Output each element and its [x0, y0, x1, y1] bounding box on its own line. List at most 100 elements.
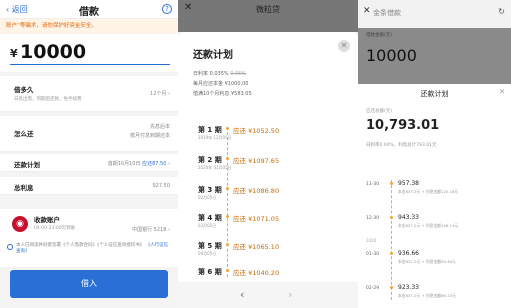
nav-bar: ‹ › [178, 282, 358, 308]
account-row[interactable]: ◉ 收款账户 04:00-23:00可到账 中国银行 5218 › [0, 209, 178, 241]
plan-amount: 应还 ¥1040.20 [233, 269, 280, 277]
plan-value: 首期10月10日 应还87.50 › [107, 161, 170, 167]
plan-term: 第 1 期 [198, 126, 222, 134]
plan-date: 02-29 [366, 286, 380, 291]
warning-banner: 账户“等骗术，请你保护好资金安全。 [0, 19, 178, 33]
agreement: 本人已阅读并同意签署《个人借款合同》《个人征信查询授权书》 《人行征信查询》 [0, 241, 178, 267]
plan-date: 2020年 01月05日 [198, 165, 232, 170]
timeline-dot [226, 243, 229, 246]
rate-info: 日利率0.04%，利息总计793.01元 [366, 143, 437, 148]
timeline-dot [390, 182, 393, 185]
term-row[interactable]: 借多久 日息出借，到期后还款，免手续费 12个月 › [0, 76, 178, 112]
plan-amount: 应还 ¥1097.65 [233, 157, 280, 165]
amount-underline [10, 64, 170, 65]
plan-amount: 应还 ¥1071.05 [233, 215, 280, 223]
p1-header: ‹ 返回 借款 ? [0, 0, 178, 19]
repay-plan-sheet: 还款计划 ✕ 应还总额(元) 10,793.01 日利率0.04%，利息总计79… [358, 84, 511, 308]
total-label: 应还总额(元) [366, 109, 393, 114]
account-sub: 04:00-23:00可到账 [34, 226, 76, 231]
yen-symbol: ¥ [10, 47, 18, 60]
repay-label: 怎么还 [14, 130, 34, 138]
plan-breakdown: 本金837.2元 + 利息金额120.18元 [398, 189, 459, 194]
sheet-close-icon[interactable]: ✕ [499, 88, 505, 96]
plan-amount: 应还 ¥1052.50 [233, 127, 280, 135]
plan-date: 01-30 [366, 252, 380, 257]
page-title: 借款 [79, 7, 99, 18]
plan-date: 11-30 [366, 182, 380, 187]
plan-term: 第 6 期 [198, 268, 222, 276]
sheet-title: 还款计划 [420, 90, 449, 98]
plan-date: 2019年 12月05日 [198, 135, 232, 140]
agreement-text[interactable]: 本人已阅读并同意签署《个人借款合同》《个人征信查询授权书》 [16, 243, 144, 248]
plan-date: 02月05日 [198, 195, 217, 200]
loan-panel: ‹ 返回 借款 ? 账户“等骗术，请你保护好资金安全。 ¥ 10000 借多久 … [0, 0, 178, 308]
plan-label: 还款计划 [14, 161, 40, 169]
dim-amount-label: 借款金额(元) [366, 33, 393, 38]
repay-value-1: 先息后本 [149, 124, 170, 130]
plan-item: 02-29 923.33 本金837.2元 + 利息金额86.13元 [366, 284, 506, 308]
rate-text: 日利率 0.035% [193, 71, 229, 77]
p3-header: ✕ 金条借款 ↻ [358, 0, 511, 28]
plan-date: 04月05日 [198, 251, 217, 256]
plan-item: 第 3 期 02月05日 应还 ¥1086.80 [198, 184, 348, 204]
plan-row[interactable]: 还款计划 首期10月10日 应还87.50 › [0, 154, 178, 172]
prev-icon[interactable]: ‹ [240, 288, 244, 301]
term-value-text: 12个月 [150, 91, 167, 97]
plan-amount: 943.33 [398, 214, 419, 221]
rate-strike: 0.05% [230, 71, 247, 77]
bank-icon: ◉ [12, 216, 28, 232]
timeline-dot [390, 252, 393, 255]
amount-input[interactable]: 10000 [20, 41, 86, 63]
bank-name: 中国银行 5218 › [132, 227, 170, 233]
plan-amount: 应还 ¥1065.10 [233, 243, 280, 251]
timeline-dot [226, 127, 229, 130]
plan-breakdown: 本金837.2元 + 利息金额99.46元 [398, 259, 456, 264]
timeline-dot [226, 269, 229, 272]
plan-date: 12-30 [366, 216, 380, 221]
plan-date: 首期10月10日 [107, 161, 141, 167]
plan-item: 第 1 期 2019年 12月05日 应还 ¥1052.50 [198, 124, 348, 144]
p3-title: 金条借款 [373, 9, 401, 17]
plan-item: 第 4 期 03月05日 应还 ¥1071.05 [198, 212, 348, 232]
term-value: 12个月 › [150, 91, 170, 97]
jintiao-panel: ✕ 金条借款 ↻ 借款金额(元) 10000 还款计划 ✕ 应还总额(元) 10… [358, 0, 511, 308]
plan-term: 第 4 期 [198, 214, 222, 222]
total-interest-info: 借满10个月利息 ¥583.05 [193, 91, 252, 97]
sheet-title: 还款计划 [193, 50, 233, 61]
repay-row[interactable]: 怎么还 先息后本 按月付息到期还本 [0, 116, 178, 152]
sheet-close-icon[interactable]: ✕ [338, 40, 350, 52]
plan-item: 第 5 期 04月05日 应还 ¥1065.10 [198, 240, 348, 260]
plan-term: 第 2 期 [198, 156, 222, 164]
term-label: 借多久 [14, 86, 34, 94]
plan-amount: 936.66 [398, 250, 419, 257]
repay-value-2: 按月付息到期还本 [129, 133, 170, 139]
plan-amount: 应还87.50 [142, 161, 167, 167]
borrow-button[interactable]: 借入 [10, 270, 168, 298]
plan-breakdown: 本金837.2元 + 利息金额106.13元 [398, 223, 459, 228]
total-amount: 10,793.01 [366, 118, 440, 133]
plan-breakdown: 本金837.2元 + 利息金额86.13元 [398, 293, 456, 298]
rate-info: 日利率 0.035% 0.05% [193, 70, 246, 77]
timeline-dot [226, 215, 229, 218]
interest-row: 总利息 927.50 [0, 177, 178, 195]
timeline-dot [226, 157, 229, 160]
p2-title: 微粒贷 [256, 5, 280, 14]
p2-header: ✕ 微粒贷 [178, 0, 358, 18]
plan-amount: 应还 ¥1086.80 [233, 187, 280, 195]
repay-plan-sheet: 还款计划 ✕ 日利率 0.035% 0.05% 每月应还本金 ¥1000.00 … [178, 32, 358, 282]
plan-item: 第 2 期 2020年 01月05日 应还 ¥1097.65 [198, 154, 348, 174]
plan-term: 第 3 期 [198, 186, 222, 194]
term-sub: 日息出借，到期后还款，免手续费 [14, 97, 82, 102]
plan-item: 01-30 936.66 本金837.2元 + 利息金额99.46元 [366, 250, 506, 274]
refresh-icon[interactable]: ↻ [498, 7, 505, 16]
principal-info: 每月应还本金 ¥1000.00 [193, 81, 249, 87]
amount-section: ¥ 10000 [0, 34, 178, 72]
agree-checkbox[interactable] [7, 244, 13, 250]
plan-amount: 923.33 [398, 284, 419, 291]
plan-term: 第 5 期 [198, 242, 222, 250]
help-icon[interactable]: ? [162, 4, 172, 14]
account-label: 收款账户 [34, 216, 60, 224]
plan-amount: 957.38 [398, 180, 419, 187]
next-icon[interactable]: › [288, 288, 292, 301]
close-icon[interactable]: ✕ [363, 6, 371, 16]
